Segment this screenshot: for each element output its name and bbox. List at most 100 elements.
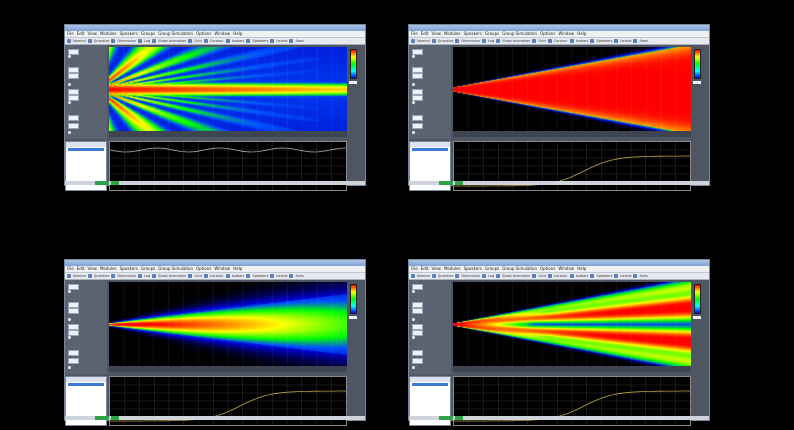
parameter-field[interactable] xyxy=(412,123,423,129)
menu-item[interactable]: View xyxy=(87,266,97,272)
menu-item[interactable]: Options xyxy=(540,31,555,37)
menu-item[interactable]: Edit xyxy=(421,31,429,37)
toolbar-button[interactable]: Levels xyxy=(620,273,631,279)
toolbar-button[interactable]: Show animation xyxy=(158,38,186,44)
option-radio[interactable] xyxy=(68,55,71,58)
option-radio[interactable] xyxy=(68,336,71,339)
toolbar-button[interactable]: Grid xyxy=(194,38,201,44)
option-radio[interactable] xyxy=(412,83,415,86)
menu-item[interactable]: Modules xyxy=(100,31,117,37)
menu-item[interactable]: File xyxy=(67,266,74,272)
menu-item[interactable]: Group Simulation xyxy=(158,266,193,272)
toolbar-button[interactable]: Isobars xyxy=(576,38,589,44)
menu-item[interactable]: View xyxy=(431,266,441,272)
toolbar-button[interactable]: Levels xyxy=(276,273,287,279)
menu-item[interactable]: Speakers xyxy=(120,266,138,272)
menu-item[interactable]: Group Simulation xyxy=(502,31,537,37)
menu-item[interactable]: Speakers xyxy=(120,31,138,37)
menu-item[interactable]: View xyxy=(431,31,441,37)
menu-item[interactable]: Window xyxy=(558,266,574,272)
parameter-field[interactable] xyxy=(68,358,79,364)
toolbar-button[interactable]: Levels xyxy=(276,38,287,44)
parameter-field[interactable] xyxy=(68,73,79,79)
toolbar-button[interactable]: Isobars xyxy=(232,273,245,279)
menu-item[interactable]: Options xyxy=(196,266,211,272)
option-radio[interactable] xyxy=(412,318,415,321)
option-radio[interactable] xyxy=(68,131,71,134)
list-item-selected[interactable] xyxy=(68,148,104,151)
option-radio[interactable] xyxy=(68,318,71,321)
option-radio[interactable] xyxy=(412,290,415,293)
option-radio[interactable] xyxy=(412,366,415,369)
toolbar-button[interactable]: Isobars xyxy=(576,273,589,279)
menu-item[interactable]: Help xyxy=(233,31,242,37)
sound-field-plot[interactable] xyxy=(109,282,347,366)
toolbar-button[interactable]: Speakers xyxy=(596,273,612,279)
toolbar-button[interactable]: Log xyxy=(488,273,494,279)
toolbar-button[interactable]: Levels xyxy=(620,38,631,44)
menu-item[interactable]: Speakers xyxy=(464,31,482,37)
sound-field-plot[interactable] xyxy=(453,47,691,131)
sound-field-plot[interactable] xyxy=(109,47,347,131)
toolbar-button[interactable]: Axes xyxy=(639,38,647,44)
toolbar-button[interactable]: Quantize xyxy=(438,38,454,44)
toolbar-button[interactable]: Log xyxy=(144,38,150,44)
toolbar-button[interactable]: Contour xyxy=(554,273,568,279)
toolbar-button[interactable]: Axes xyxy=(295,273,303,279)
menu-item[interactable]: Modules xyxy=(444,266,461,272)
option-radio[interactable] xyxy=(68,101,71,104)
list-item-selected[interactable] xyxy=(412,148,448,151)
menu-item[interactable]: View xyxy=(87,31,97,37)
toolbar-button[interactable]: Dimension xyxy=(117,38,136,44)
menu-item[interactable]: Modules xyxy=(100,266,117,272)
scale-button[interactable] xyxy=(693,316,701,319)
menu-item[interactable]: Groups xyxy=(485,31,499,37)
menu-item[interactable]: Window xyxy=(214,266,230,272)
toolbar-button[interactable]: Quantize xyxy=(438,273,454,279)
menu-item[interactable]: Group Simulation xyxy=(158,31,193,37)
menu-item[interactable]: Window xyxy=(214,31,230,37)
menu-item[interactable]: Groups xyxy=(141,31,155,37)
parameter-field[interactable] xyxy=(412,308,423,314)
menu-item[interactable]: Speakers xyxy=(464,266,482,272)
option-radio[interactable] xyxy=(412,55,415,58)
toolbar-button[interactable]: Grid xyxy=(194,273,201,279)
option-radio[interactable] xyxy=(412,101,415,104)
menu-item[interactable]: Options xyxy=(196,31,211,37)
toolbar-button[interactable]: Isobars xyxy=(232,38,245,44)
toolbar-button[interactable]: Quantize xyxy=(94,273,110,279)
toolbar-button[interactable]: Speakers xyxy=(596,38,612,44)
scale-button[interactable] xyxy=(349,316,357,319)
toolbar-button[interactable]: Speakers xyxy=(252,38,268,44)
parameter-field[interactable] xyxy=(68,123,79,129)
toolbar-button[interactable]: Show animation xyxy=(502,38,530,44)
option-radio[interactable] xyxy=(68,83,71,86)
option-radio[interactable] xyxy=(412,336,415,339)
menu-item[interactable]: File xyxy=(67,31,74,37)
menu-item[interactable]: Help xyxy=(577,266,586,272)
toolbar-button[interactable]: Grid xyxy=(538,38,545,44)
option-radio[interactable] xyxy=(68,290,71,293)
toolbar-button[interactable]: Quantize xyxy=(94,38,110,44)
menu-item[interactable]: Edit xyxy=(421,266,429,272)
menu-item[interactable]: Edit xyxy=(77,31,85,37)
toolbar-button[interactable]: Contour xyxy=(210,273,224,279)
toolbar-button[interactable]: Normal xyxy=(417,38,430,44)
toolbar-button[interactable]: Grid xyxy=(538,273,545,279)
menu-item[interactable]: Window xyxy=(558,31,574,37)
menu-item[interactable]: Edit xyxy=(77,266,85,272)
toolbar-button[interactable]: Show animation xyxy=(502,273,530,279)
menu-item[interactable]: Groups xyxy=(141,266,155,272)
parameter-field[interactable] xyxy=(68,350,79,356)
menu-item[interactable]: File xyxy=(411,31,418,37)
parameter-field[interactable] xyxy=(68,115,79,121)
menu-item[interactable]: Options xyxy=(540,266,555,272)
menu-item[interactable]: File xyxy=(411,266,418,272)
toolbar-button[interactable]: Dimension xyxy=(461,273,480,279)
toolbar-button[interactable]: Log xyxy=(144,273,150,279)
menu-item[interactable]: Help xyxy=(233,266,242,272)
toolbar-button[interactable]: Axes xyxy=(639,273,647,279)
list-item-selected[interactable] xyxy=(68,383,104,386)
toolbar-button[interactable]: Normal xyxy=(417,273,430,279)
toolbar-button[interactable]: Normal xyxy=(73,273,86,279)
